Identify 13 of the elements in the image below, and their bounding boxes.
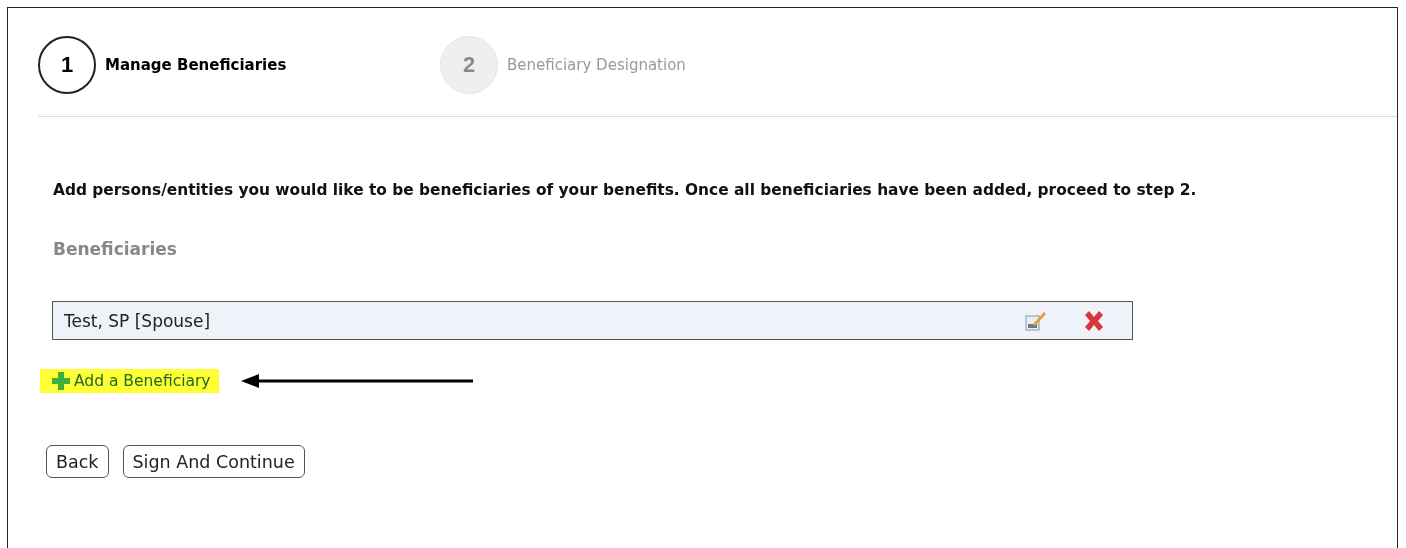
instruction-text: Add persons/entities you would like to be beneficiaries of your benefits. Once all beneficiaries have been added, proceed to step 2.	[53, 181, 1198, 199]
beneficiary-name: Test, SP [Spouse]	[64, 310, 212, 331]
step-label: Manage Beneficiaries	[105, 56, 287, 74]
plus-icon	[52, 372, 70, 390]
add-beneficiary-link[interactable]: Add a Beneficiary	[40, 369, 219, 393]
edit-icon[interactable]	[1025, 310, 1047, 331]
step-number: 1	[38, 36, 96, 94]
delete-icon[interactable]	[1083, 310, 1105, 331]
form-button[interactable]: Back	[46, 445, 109, 478]
step-number: 2	[440, 36, 498, 94]
step-label: Beneficiary Designation	[507, 56, 686, 74]
form-button[interactable]: Sign And Continue	[122, 445, 305, 478]
section-title: Beneficiaries	[53, 239, 178, 259]
